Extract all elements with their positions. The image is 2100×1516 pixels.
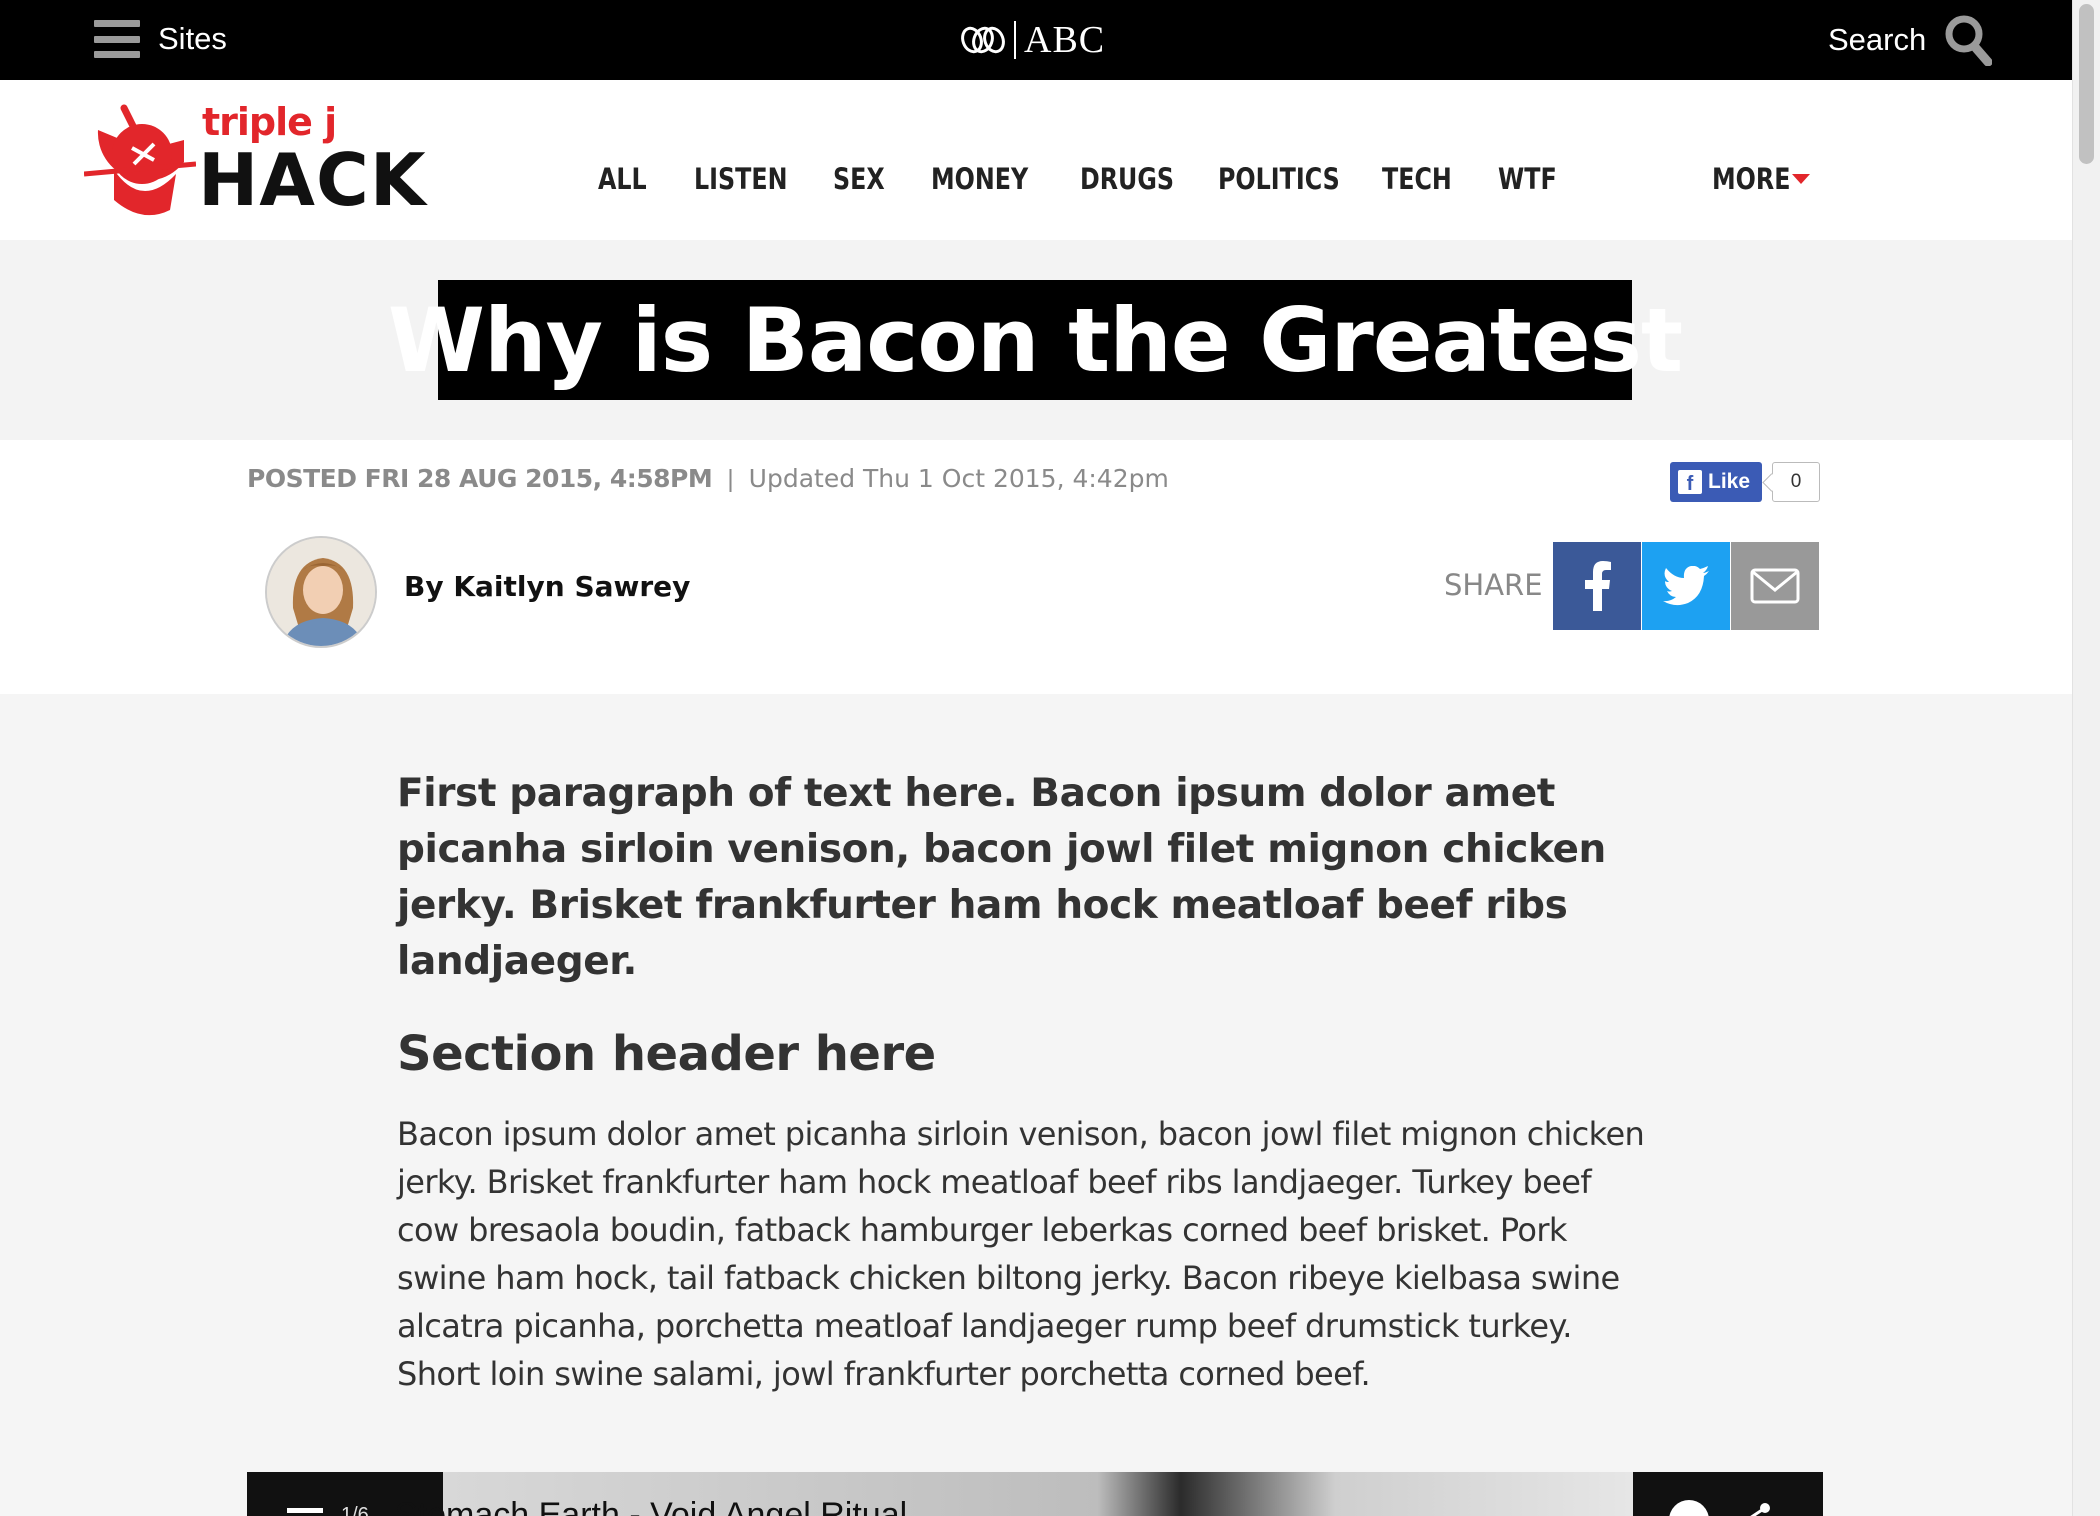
facebook-like-widget: f Like 0 — [1670, 462, 1821, 502]
page: Sites ABC Search triple j HACK ALL LISTE… — [0, 0, 2100, 1516]
triplej-hack-logo[interactable]: triple j HACK — [84, 100, 426, 222]
share-icon[interactable] — [1741, 1502, 1771, 1516]
posted-timestamp: POSTED FRI 28 AUG 2015, 4:58PM — [247, 464, 713, 493]
search-button[interactable]: Search — [1828, 14, 1993, 66]
share-facebook-button[interactable] — [1553, 542, 1641, 630]
nav-item-wtf[interactable]: WTF — [1498, 162, 1564, 196]
date-separator: | — [727, 465, 734, 493]
triplej-logo-icon — [84, 104, 196, 216]
playlist-counter: 1/6 — [341, 1504, 369, 1516]
hamburger-icon — [94, 20, 140, 58]
twitter-bird-icon — [1663, 566, 1709, 606]
like-label: Like — [1708, 470, 1751, 493]
share-buttons — [1553, 542, 1820, 630]
mail-icon — [1750, 568, 1800, 604]
facebook-f-icon — [1585, 561, 1611, 611]
video-embed[interactable]: 1/6 Stomach Earth - Void Angel Ritual — [247, 1472, 1823, 1516]
like-count: 0 — [1772, 462, 1821, 502]
lead-paragraph: First paragraph of text here. Bacon ipsu… — [397, 771, 1606, 984]
sites-menu-button[interactable]: Sites — [94, 20, 227, 58]
nav-item-all[interactable]: ALL — [598, 162, 677, 196]
nav-item-drugs[interactable]: DRUGS — [1080, 162, 1193, 196]
abc-logo[interactable]: ABC — [960, 18, 1105, 62]
share-email-button[interactable] — [1731, 542, 1819, 630]
share-twitter-button[interactable] — [1642, 542, 1730, 630]
nav-item-tech[interactable]: TECH — [1382, 162, 1477, 196]
playlist-menu-icon[interactable] — [287, 1508, 323, 1513]
nav-item-politics[interactable]: POLITICS — [1218, 162, 1352, 196]
author-avatar[interactable] — [265, 536, 377, 648]
body-paragraph: Bacon ipsum dolor amet picanha sirloin v… — [397, 1115, 1645, 1393]
page-scrollbar[interactable] — [2072, 0, 2100, 1516]
section-header: Section header here — [397, 1026, 936, 1082]
site-header: triple j HACK ALL LISTEN SEX MONEY DRUGS… — [0, 80, 2072, 240]
nav-item-sex[interactable]: SEX — [833, 162, 913, 196]
scrollbar-thumb[interactable] — [2079, 4, 2094, 164]
abc-wordmark: ABC — [1024, 19, 1106, 61]
title-band: Why is Bacon the Greatest — [0, 240, 2072, 440]
share-label: SHARE — [1444, 568, 1543, 602]
title-box: Why is Bacon the Greatest — [388, 280, 1683, 400]
more-menu-button[interactable]: MORE — [1712, 162, 1810, 196]
article-title: Why is Bacon the Greatest — [387, 288, 1683, 392]
more-label: MORE — [1712, 162, 1791, 196]
abc-lissajous-icon — [961, 26, 1005, 54]
hack-wordmark: HACK — [198, 138, 427, 222]
article-meta: POSTED FRI 28 AUG 2015, 4:58PM | Updated… — [0, 440, 2072, 694]
video-title[interactable]: Stomach Earth - Void Angel Ritual — [395, 1496, 907, 1516]
author-photo — [267, 538, 375, 646]
sites-label: Sites — [158, 21, 227, 56]
facebook-icon: f — [1678, 470, 1702, 494]
search-icon — [1945, 15, 1993, 66]
nav-item-listen[interactable]: LISTEN — [694, 162, 808, 196]
updated-timestamp: Updated Thu 1 Oct 2015, 4:42pm — [748, 464, 1169, 493]
logo-divider — [1014, 21, 1016, 59]
author-byline[interactable]: By Kaitlyn Sawrey — [404, 570, 690, 603]
facebook-like-button[interactable]: f Like — [1670, 462, 1763, 502]
posted-date: POSTED FRI 28 AUG 2015, 4:58PM | Updated… — [247, 464, 1169, 494]
article-body: First paragraph of text here. Bacon ipsu… — [397, 694, 1657, 1398]
search-label: Search — [1828, 22, 1927, 57]
nav-item-money[interactable]: MONEY — [931, 162, 1053, 196]
caret-down-icon — [1792, 174, 1810, 184]
abc-top-bar: Sites ABC Search — [0, 0, 2072, 80]
main-nav: ALL LISTEN SEX MONEY DRUGS POLITICS TECH… — [598, 162, 1578, 196]
info-icon[interactable] — [1669, 1500, 1709, 1516]
